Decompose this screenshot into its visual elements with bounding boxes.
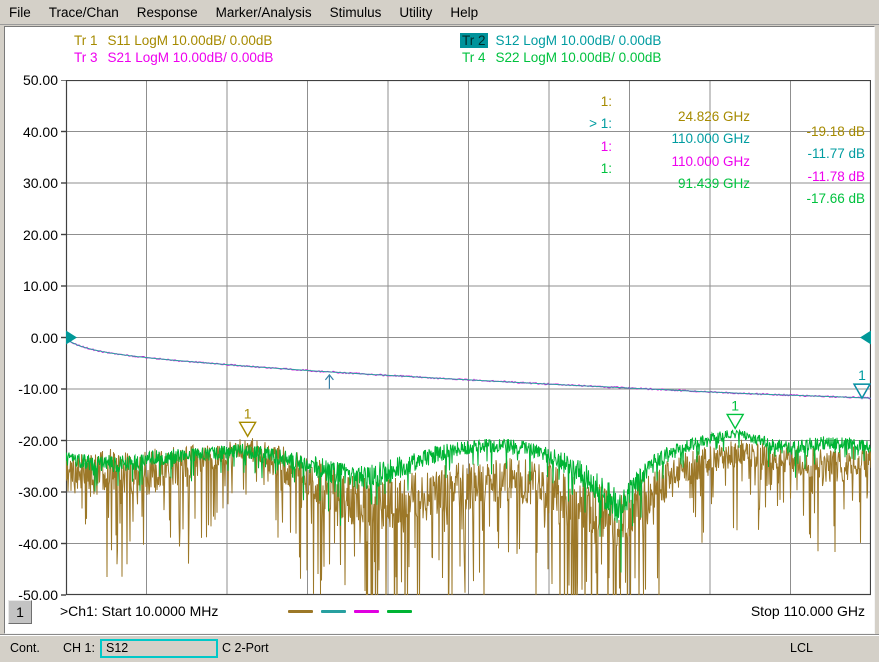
sweep-start-label: >Ch1: Start 10.0000 MHz — [60, 603, 218, 619]
trace-legend-tr3[interactable]: Tr 3 S21 LogM 10.00dB/ 0.00dB — [72, 50, 273, 66]
marker-number: 1: — [542, 139, 612, 154]
y-axis-label: -40.00 — [2, 536, 58, 552]
trace-dash-s22 — [387, 610, 412, 613]
stage: Tr 1 S11 LogM 10.00dB/ 0.00dB Tr 3 S21 Log… — [0, 0, 879, 661]
trace-id-tr3[interactable]: Tr 3 — [72, 50, 100, 65]
trace-params-tr3: S21 LogM 10.00dB/ 0.00dB — [108, 50, 274, 65]
y-axis-label: -20.00 — [2, 433, 58, 449]
trace-params-tr4: S22 LogM 10.00dB/ 0.00dB — [496, 50, 662, 65]
vna-application-window: { "window": { "background": "#D4D0C8", "… — [0, 0, 879, 661]
trace-id-tr2[interactable]: Tr 2 — [460, 33, 488, 48]
trace-id-tr4[interactable]: Tr 4 — [460, 50, 488, 65]
trace-id-tr1[interactable]: Tr 1 — [72, 33, 100, 48]
y-axis-label: 0.00 — [2, 330, 58, 346]
marker-frequency: 110.000 GHz — [605, 131, 750, 146]
measurement-field: S12 — [100, 639, 218, 658]
trace-legend-tr4[interactable]: Tr 4 S22 LogM 10.00dB/ 0.00dB — [460, 50, 661, 66]
marker-value: -17.66 dB — [750, 191, 865, 206]
marker-number: 1: — [542, 161, 612, 176]
y-axis-label: -10.00 — [2, 381, 58, 397]
channel-1-button[interactable]: 1 — [8, 600, 32, 624]
marker-frequency: 24.826 GHz — [605, 109, 750, 124]
svg-text:1: 1 — [858, 367, 866, 383]
lcl-status: LCL — [790, 641, 813, 655]
marker-readout-tr4: 1: 91.439 GHz -17.66 dB — [0, 146, 15, 161]
status-bar: Cont. CH 1: S12 C 2-Port LCL — [0, 635, 879, 662]
marker-value: -11.78 dB — [750, 169, 865, 184]
marker-value: -11.77 dB — [750, 146, 865, 161]
marker-value: -19.18 dB — [750, 124, 865, 139]
marker-frequency: 110.000 GHz — [605, 154, 750, 169]
marker-readout-tr1: 1: 24.826 GHz -19.18 dB — [0, 79, 15, 94]
marker-readout-tr3: 1: 110.000 GHz -11.78 dB — [0, 124, 15, 139]
trace-color-key — [288, 610, 412, 613]
marker-readout-tr2: > 1: 110.000 GHz -11.77 dB — [0, 101, 15, 116]
marker-frequency: 91.439 GHz — [605, 176, 750, 191]
sweep-stop-label: Stop 110.000 GHz — [665, 603, 865, 619]
trace-dash-s21 — [354, 610, 379, 613]
marker-number: > 1: — [542, 116, 612, 131]
trace-legend-tr1[interactable]: Tr 1 S11 LogM 10.00dB/ 0.00dB — [72, 33, 272, 49]
svg-text:1: 1 — [731, 397, 739, 413]
cal-status: C 2-Port — [222, 641, 269, 655]
svg-text:1: 1 — [244, 405, 252, 421]
trace-params-tr2: S12 LogM 10.00dB/ 0.00dB — [496, 33, 662, 48]
sweep-mode-status: Cont. — [10, 641, 40, 655]
trace-params-tr1: S11 LogM 10.00dB/ 0.00dB — [108, 33, 273, 48]
marker-number: 1: — [542, 94, 612, 109]
trace-legend-tr2-active[interactable]: Tr 2 S12 LogM 10.00dB/ 0.00dB — [460, 33, 661, 49]
channel-status-label: CH 1: — [63, 641, 95, 655]
trace-dash-s11 — [288, 610, 313, 613]
y-axis-label: 10.00 — [2, 278, 58, 294]
y-axis-label: -30.00 — [2, 484, 58, 500]
trace-dash-s12 — [321, 610, 346, 613]
y-axis-label: 20.00 — [2, 227, 58, 243]
